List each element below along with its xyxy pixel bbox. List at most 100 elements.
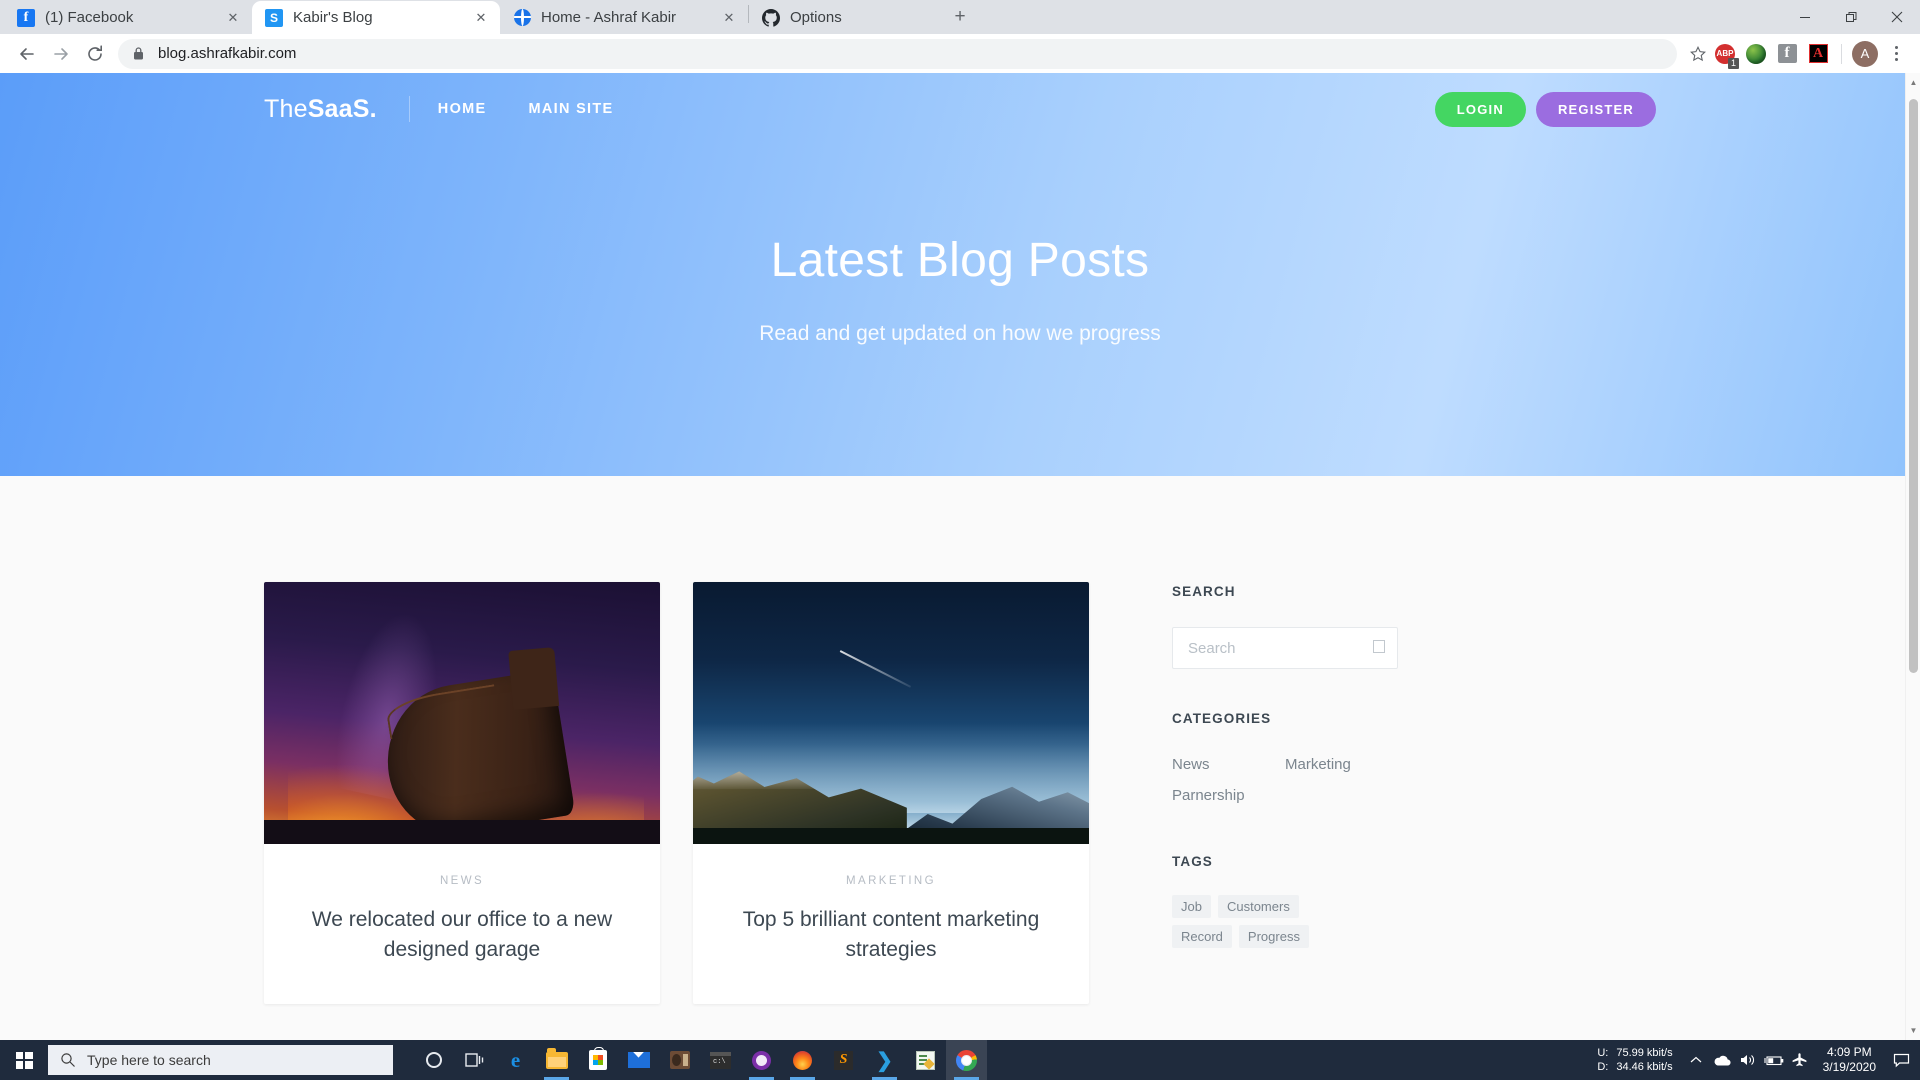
fb-glyph: f — [1777, 44, 1797, 63]
purple-app-icon[interactable] — [741, 1040, 782, 1080]
page-subtitle: Read and get updated on how we progress — [759, 322, 1161, 345]
blog-post-card[interactable]: MARKETING Top 5 brilliant content market… — [693, 582, 1089, 1004]
extension-icons: ABP 1 f A A — [1711, 40, 1910, 69]
tab-close-icon[interactable]: ✕ — [222, 7, 244, 29]
tag-chip-job[interactable]: Job — [1172, 894, 1211, 918]
internet-download-manager-icon[interactable] — [1742, 40, 1770, 68]
browser-tab-facebook[interactable]: f (1) Facebook ✕ — [4, 1, 252, 34]
scroll-up-arrow[interactable]: ▲ — [1906, 75, 1920, 90]
clock-time: 4:09 PM — [1826, 1045, 1872, 1059]
post-category[interactable]: NEWS — [290, 875, 634, 887]
hero-section: TheSaaS. HOME MAIN SITE LOGIN REGISTER L… — [0, 73, 1920, 476]
back-button[interactable] — [10, 37, 44, 71]
firefox-icon[interactable] — [782, 1040, 823, 1080]
site-logo[interactable]: TheSaaS. — [264, 95, 377, 124]
window-controls — [1782, 0, 1920, 33]
blog-post-card[interactable]: NEWS We relocated our office to a new de… — [264, 582, 660, 1004]
reload-button[interactable] — [78, 37, 112, 71]
close-button[interactable] — [1874, 0, 1920, 33]
network-speed-monitor[interactable]: U: D: 75.99 kbit/s 34.46 kbit/s — [1597, 1046, 1672, 1074]
google-chrome-icon[interactable] — [946, 1040, 987, 1080]
page-scrollbar[interactable]: ▲ ▼ — [1905, 73, 1920, 1040]
microsoft-store-icon[interactable] — [577, 1040, 618, 1080]
battery-icon[interactable] — [1761, 1040, 1787, 1080]
category-link-news[interactable]: News — [1172, 750, 1285, 781]
taskbar-search-box[interactable]: Type here to search — [48, 1045, 393, 1075]
tag-chip-progress[interactable]: Progress — [1238, 924, 1309, 948]
browser-tab-home-ashraf-kabir[interactable]: Home - Ashraf Kabir ✕ — [500, 1, 748, 34]
url-text: blog.ashrafkabir.com — [158, 45, 297, 62]
content-area: NEWS We relocated our office to a new de… — [0, 476, 1920, 1040]
github-icon — [761, 8, 781, 28]
tab-strip: f (1) Facebook ✕ S Kabir's Blog ✕ Home -… — [0, 0, 1920, 34]
adblock-plus-icon[interactable]: ABP 1 — [1711, 40, 1739, 69]
upload-speed: 75.99 kbit/s — [1616, 1047, 1673, 1059]
login-button[interactable]: LOGIN — [1434, 91, 1526, 127]
command-prompt-icon[interactable] — [700, 1040, 741, 1080]
starry-night-snowy-mountains-photo — [693, 582, 1089, 844]
maximize-restore-button[interactable] — [1828, 0, 1874, 33]
browser-window: f (1) Facebook ✕ S Kabir's Blog ✕ Home -… — [0, 0, 1920, 1040]
visual-studio-code-icon[interactable]: ❯ — [864, 1040, 905, 1080]
navbar-actions: LOGIN REGISTER — [1434, 91, 1656, 127]
cortana-icon[interactable] — [413, 1040, 454, 1080]
tab-title: Options — [790, 9, 842, 26]
taskbar-clock[interactable]: 4:09 PM 3/19/2020 — [1813, 1045, 1886, 1075]
mail-icon[interactable] — [618, 1040, 659, 1080]
register-button[interactable]: REGISTER — [1535, 91, 1656, 127]
chevron-up-icon[interactable] — [1683, 1040, 1709, 1080]
microsoft-edge-icon[interactable]: e — [495, 1040, 536, 1080]
search-input[interactable] — [1172, 627, 1398, 669]
category-link-parnership[interactable]: Parnership — [1172, 781, 1285, 812]
post-category[interactable]: MARKETING — [719, 875, 1063, 887]
toolbar-divider — [1841, 43, 1842, 64]
browser-tab-kabirs-blog[interactable]: S Kabir's Blog ✕ — [252, 1, 500, 34]
address-bar[interactable]: blog.ashrafkabir.com — [118, 38, 1677, 69]
browser-tab-options[interactable]: Options — [749, 1, 939, 34]
task-view-icon[interactable] — [454, 1040, 495, 1080]
nav-item-main-site[interactable]: MAIN SITE — [529, 101, 614, 117]
volume-icon[interactable] — [1735, 1040, 1761, 1080]
windows-start-icon[interactable] — [0, 1040, 48, 1080]
post-title[interactable]: Top 5 brilliant content marketing strate… — [719, 905, 1063, 966]
post-title[interactable]: We relocated our office to a new designe… — [290, 905, 634, 966]
radio-app-icon[interactable] — [659, 1040, 700, 1080]
tag-chip-customers[interactable]: Customers — [1217, 894, 1299, 918]
search-widget: SEARCH — [1172, 584, 1656, 669]
taskbar-app-list: e S ❯ — [413, 1040, 987, 1080]
new-tab-button[interactable]: + — [943, 2, 977, 32]
categories-heading: CATEGORIES — [1172, 711, 1272, 726]
file-explorer-icon[interactable] — [536, 1040, 577, 1080]
sublime-text-icon[interactable]: S — [823, 1040, 864, 1080]
tab-title: Kabir's Blog — [293, 9, 373, 26]
tab-close-icon[interactable]: ✕ — [470, 7, 492, 29]
upload-label: U: — [1597, 1047, 1609, 1059]
night-sky-wooden-boat-photo — [264, 582, 660, 844]
browser-toolbar: blog.ashrafkabir.com ABP 1 f A A — [0, 34, 1920, 73]
tag-chip-record[interactable]: Record — [1172, 924, 1232, 948]
adobe-acrobat-icon[interactable]: A — [1804, 40, 1832, 68]
scroll-down-arrow[interactable]: ▼ — [1906, 1023, 1920, 1038]
minimize-button[interactable] — [1782, 0, 1828, 33]
search-icon[interactable] — [1373, 640, 1385, 653]
facebook-icon: f — [16, 8, 36, 28]
airplane-mode-icon[interactable] — [1787, 1040, 1813, 1080]
kebab-menu-icon[interactable] — [1882, 40, 1910, 68]
logo-light-text: The — [264, 94, 308, 123]
windows-taskbar: Type here to search e S ❯ U: D: 75.99 kb… — [0, 1040, 1920, 1080]
star-icon[interactable] — [1685, 45, 1711, 63]
onedrive-icon[interactable] — [1709, 1040, 1735, 1080]
facebook-extension-icon[interactable]: f — [1773, 40, 1801, 68]
category-link-marketing[interactable]: Marketing — [1285, 750, 1398, 781]
tab-close-icon[interactable]: ✕ — [718, 7, 740, 29]
search-heading: SEARCH — [1172, 584, 1236, 599]
forward-button[interactable] — [44, 37, 78, 71]
notification-icon[interactable] — [1886, 1040, 1916, 1080]
nav-item-home[interactable]: HOME — [438, 101, 487, 117]
avatar[interactable]: A — [1851, 40, 1879, 68]
tab-title: (1) Facebook — [45, 9, 134, 26]
post-list: NEWS We relocated our office to a new de… — [264, 582, 1124, 1004]
text-editor-icon[interactable] — [905, 1040, 946, 1080]
scrollbar-thumb[interactable] — [1909, 99, 1918, 673]
tab-title: Home - Ashraf Kabir — [541, 9, 677, 26]
